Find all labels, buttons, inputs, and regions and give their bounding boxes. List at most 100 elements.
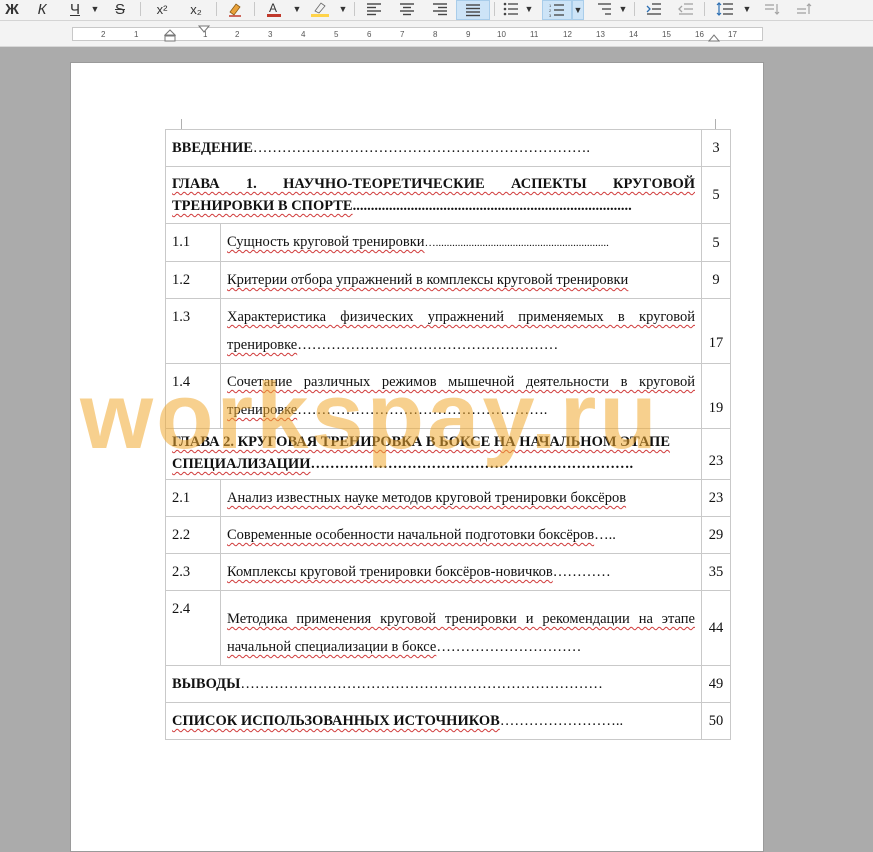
indent-increase-icon[interactable] bbox=[642, 0, 666, 18]
ruler-number: 11 bbox=[530, 30, 539, 39]
highlight-button[interactable] bbox=[306, 0, 334, 18]
underline-dropdown-icon[interactable]: ▼ bbox=[90, 0, 100, 18]
toc-page-cell[interactable]: 3 bbox=[701, 129, 731, 167]
document-page[interactable]: ВВЕДЕНИЕ……………………………………………………………. 3 ГЛАВА… bbox=[70, 62, 764, 852]
table-row[interactable]: 1.4 Сочетание различных режимов мышечной… bbox=[165, 363, 731, 429]
first-line-indent-marker-icon[interactable] bbox=[198, 25, 210, 35]
highlight-dropdown-icon[interactable]: ▼ bbox=[338, 0, 348, 18]
toc-page-cell[interactable]: 9 bbox=[701, 261, 731, 299]
multilevel-dropdown-icon[interactable]: ▼ bbox=[618, 0, 628, 18]
toc-title-cell[interactable]: ГЛАВА 2. КРУГОВАЯ ТРЕНИРОВКА В БОКСЕ НА … bbox=[165, 428, 702, 480]
bullet-dropdown-icon[interactable]: ▼ bbox=[524, 0, 534, 18]
font-color-dropdown-icon[interactable]: ▼ bbox=[292, 0, 302, 18]
toc-title-cell[interactable]: Современные особенности начальной подгот… bbox=[220, 516, 702, 554]
toc-title-cell[interactable]: ГЛАВА 1. НАУЧНО-ТЕОРЕТИЧЕСКИЕ АСПЕКТЫ КР… bbox=[165, 166, 702, 224]
ruler-number: 15 bbox=[662, 30, 671, 39]
clear-format-icon[interactable] bbox=[224, 0, 246, 18]
table-row[interactable]: 1.3 Характеристика физических упражнений… bbox=[165, 298, 731, 364]
ruler-number: 13 bbox=[596, 30, 605, 39]
table-row[interactable]: ГЛАВА 2. КРУГОВАЯ ТРЕНИРОВКА В БОКСЕ НА … bbox=[165, 428, 731, 480]
table-row[interactable]: ГЛАВА 1. НАУЧНО-ТЕОРЕТИЧЕСКИЕ АСПЕКТЫ КР… bbox=[165, 166, 731, 224]
toc-title-cell[interactable]: Анализ известных науке методов круговой … bbox=[220, 479, 702, 517]
ruler-number: 10 bbox=[497, 30, 506, 39]
toc-page-cell[interactable]: 19 bbox=[701, 363, 731, 429]
line-spacing-icon[interactable] bbox=[712, 0, 738, 18]
toc-page-cell[interactable]: 5 bbox=[701, 223, 731, 262]
ruler-number: 2 bbox=[235, 30, 240, 39]
align-center-icon[interactable] bbox=[395, 0, 419, 18]
toc-page-cell[interactable]: 44 bbox=[701, 590, 731, 666]
italic-button[interactable]: К bbox=[32, 0, 52, 18]
numbered-list-icon[interactable]: 123 bbox=[542, 0, 572, 20]
toc-title-cell[interactable]: Методика применения круговой тренировки … bbox=[220, 590, 702, 666]
table-of-contents[interactable]: ВВЕДЕНИЕ……………………………………………………………. 3 ГЛАВА… bbox=[165, 129, 731, 740]
toc-page-cell[interactable]: 23 bbox=[701, 479, 731, 517]
ruler-number: 9 bbox=[466, 30, 471, 39]
ruler-number: 16 bbox=[695, 30, 704, 39]
toc-title-cell[interactable]: Сочетание различных режимов мышечной дея… bbox=[220, 363, 702, 429]
toc-title-cell[interactable]: Сущность круговой тренировки…...........… bbox=[220, 223, 702, 262]
bold-button[interactable]: Ж bbox=[2, 0, 22, 18]
underline-button[interactable]: Ч bbox=[64, 0, 86, 18]
ruler-number: 3 bbox=[268, 30, 273, 39]
indent-decrease-icon[interactable] bbox=[674, 0, 698, 18]
space-before-icon[interactable] bbox=[792, 0, 816, 18]
strikethrough-button[interactable]: S bbox=[110, 0, 130, 18]
toc-number-cell[interactable]: 1.3 bbox=[165, 298, 221, 364]
document-canvas[interactable]: ВВЕДЕНИЕ……………………………………………………………. 3 ГЛАВА… bbox=[0, 47, 873, 852]
toc-number-cell[interactable]: 2.3 bbox=[165, 553, 221, 591]
ruler-number: 12 bbox=[563, 30, 572, 39]
bullet-list-icon[interactable] bbox=[500, 0, 522, 18]
toc-page-cell[interactable]: 29 bbox=[701, 516, 731, 554]
align-right-icon[interactable] bbox=[428, 0, 452, 18]
horizontal-ruler[interactable]: 2 1 1 2 3 4 5 6 7 8 9 10 11 12 13 14 15 … bbox=[0, 21, 873, 47]
ruler-number: 7 bbox=[400, 30, 405, 39]
formatting-toolbar: Ж К Ч ▼ S x² x₂ A ▼ ▼ ▼ 123 ▼ ▼ ▼ bbox=[0, 0, 873, 21]
toc-title-cell[interactable]: СПИСОК ИСПОЛЬЗОВАННЫХ ИСТОЧНИКОВ……………………… bbox=[165, 702, 702, 740]
right-indent-marker-icon[interactable] bbox=[708, 33, 720, 43]
table-row[interactable]: ВВЕДЕНИЕ……………………………………………………………. 3 bbox=[165, 129, 731, 167]
toc-page-cell[interactable]: 35 bbox=[701, 553, 731, 591]
numbered-dropdown-icon[interactable]: ▼ bbox=[572, 0, 584, 20]
toc-page-cell[interactable]: 49 bbox=[701, 665, 731, 703]
superscript-button[interactable]: x² bbox=[150, 0, 174, 18]
table-row[interactable]: 2.4 Методика применения круговой трениро… bbox=[165, 590, 731, 666]
toc-title-cell[interactable]: Критерии отбора упражнений в комплексы к… bbox=[220, 261, 702, 299]
font-color-button[interactable]: A bbox=[262, 0, 286, 18]
table-row[interactable]: 1.1 Сущность круговой тренировки….......… bbox=[165, 223, 731, 262]
toc-page-cell[interactable]: 23 bbox=[701, 428, 731, 480]
table-row[interactable]: 2.3 Комплексы круговой тренировки боксёр… bbox=[165, 553, 731, 591]
multilevel-list-icon[interactable] bbox=[592, 0, 616, 18]
ruler-number: 14 bbox=[629, 30, 638, 39]
align-justify-icon[interactable] bbox=[456, 0, 490, 20]
ruler-number: 8 bbox=[433, 30, 438, 39]
toc-page-cell[interactable]: 5 bbox=[701, 166, 731, 224]
table-row[interactable]: ВЫВОДЫ………………………………………………………………… 49 bbox=[165, 665, 731, 703]
table-row[interactable]: 2.1 Анализ известных науке методов круго… bbox=[165, 479, 731, 517]
toc-number-cell[interactable]: 1.2 bbox=[165, 261, 221, 299]
toc-number-cell[interactable]: 1.4 bbox=[165, 363, 221, 429]
table-row[interactable]: 2.2 Современные особенности начальной по… bbox=[165, 516, 731, 554]
table-row[interactable]: 1.2 Критерии отбора упражнений в комплек… bbox=[165, 261, 731, 299]
line-spacing-dropdown-icon[interactable]: ▼ bbox=[742, 0, 752, 18]
table-row[interactable]: СПИСОК ИСПОЛЬЗОВАННЫХ ИСТОЧНИКОВ……………………… bbox=[165, 702, 731, 740]
ruler-number: 5 bbox=[334, 30, 339, 39]
toc-title-cell[interactable]: ВЫВОДЫ………………………………………………………………… bbox=[165, 665, 702, 703]
toc-number-cell[interactable]: 1.1 bbox=[165, 223, 221, 262]
ruler-number: 6 bbox=[367, 30, 372, 39]
space-after-icon[interactable] bbox=[760, 0, 784, 18]
toc-page-cell[interactable]: 50 bbox=[701, 702, 731, 740]
svg-text:A: A bbox=[269, 1, 277, 15]
toc-page-cell[interactable]: 17 bbox=[701, 298, 731, 364]
toc-title-cell[interactable]: Характеристика физических упражнений при… bbox=[220, 298, 702, 364]
toc-title-cell[interactable]: Комплексы круговой тренировки боксёров-н… bbox=[220, 553, 702, 591]
subscript-button[interactable]: x₂ bbox=[184, 0, 208, 18]
align-left-icon[interactable] bbox=[362, 0, 386, 18]
toc-number-cell[interactable]: 2.4 bbox=[165, 590, 221, 666]
toc-title-cell[interactable]: ВВЕДЕНИЕ……………………………………………………………. bbox=[165, 129, 702, 167]
left-indent-marker-icon[interactable] bbox=[164, 25, 176, 43]
ruler-number: 4 bbox=[301, 30, 306, 39]
toc-number-cell[interactable]: 2.2 bbox=[165, 516, 221, 554]
ruler-number: 1 bbox=[134, 30, 139, 39]
toc-number-cell[interactable]: 2.1 bbox=[165, 479, 221, 517]
